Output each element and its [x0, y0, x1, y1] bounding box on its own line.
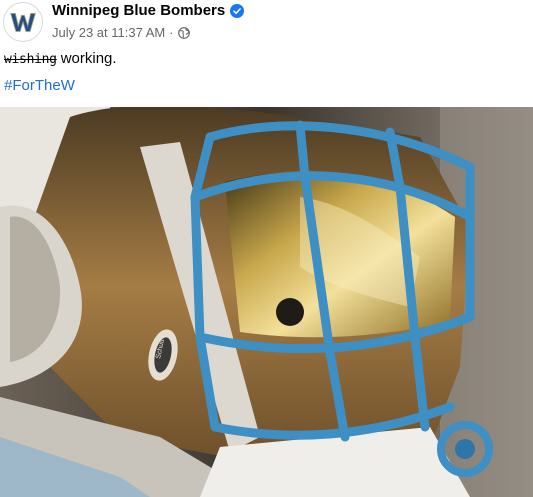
page-name[interactable]: Winnipeg Blue Bombers — [52, 2, 245, 19]
page-avatar[interactable] — [3, 2, 43, 42]
post-timestamp[interactable]: July 23 at 11:37 AM — [52, 25, 165, 40]
struck-word: wishing — [4, 52, 57, 67]
post-message: wishing working. — [4, 50, 117, 67]
globe-icon[interactable] — [177, 26, 190, 39]
hashtag-link[interactable]: #ForTheW — [4, 77, 75, 94]
post-photo[interactable]: Schutt — [0, 107, 533, 497]
post-meta: July 23 at 11:37 AM · — [52, 25, 190, 40]
bombers-logo-icon — [4, 3, 42, 41]
meta-separator: · — [169, 25, 174, 40]
page-name-text[interactable]: Winnipeg Blue Bombers — [52, 2, 225, 19]
post-header: Winnipeg Blue Bombers July 23 at 11:37 A… — [0, 0, 533, 44]
message-text: working. — [60, 50, 117, 67]
helmet-photo-image: Schutt — [0, 107, 533, 497]
verified-badge-icon — [230, 3, 245, 18]
